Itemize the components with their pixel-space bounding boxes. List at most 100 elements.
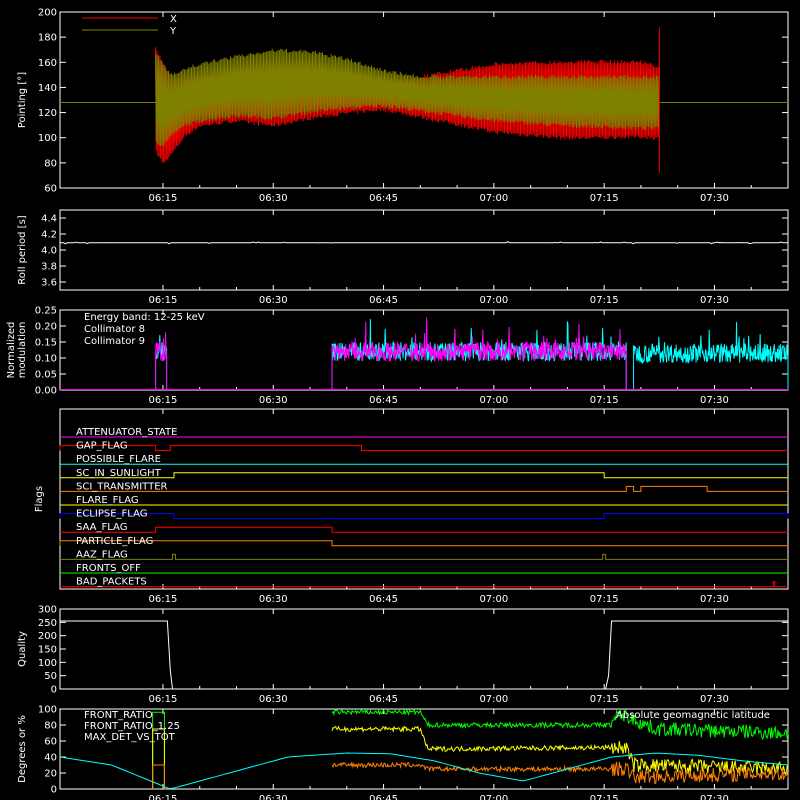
legend-collimator-9-label: Collimator 9 bbox=[84, 336, 145, 347]
y-tick-label: 300 bbox=[38, 605, 57, 616]
time-tick-label: 07:15 bbox=[590, 794, 619, 800]
time-tick-label: 06:30 bbox=[259, 295, 288, 306]
y-tick-label: 180 bbox=[38, 33, 57, 44]
y-tick-label: 4.4 bbox=[41, 214, 57, 225]
y-axis-label: Normalized bbox=[6, 322, 17, 379]
chart-figure: 06:15 06:30 06:45 07:00 07:15 07:30 60 80 100 120… bbox=[0, 0, 800, 800]
time-tick-label: 07:30 bbox=[700, 694, 729, 705]
time-tick-label: 06:15 bbox=[149, 295, 178, 306]
roll-period-line bbox=[60, 241, 788, 245]
series-max-det-vs-tot-line bbox=[331, 761, 789, 784]
y-axis-label: Roll period [s] bbox=[17, 215, 28, 284]
time-tick-label: 07:30 bbox=[700, 794, 729, 800]
time-tick-label: 06:15 bbox=[149, 395, 178, 406]
time-tick-label: 06:45 bbox=[369, 395, 398, 406]
time-tick-label: 06:30 bbox=[259, 694, 288, 705]
plot-canvas: 06:15 06:30 06:45 07:00 07:15 07:30 60 80 100 120… bbox=[6, 8, 789, 800]
y-tick-label: 40 bbox=[44, 753, 57, 764]
flag-line-bad_packets bbox=[60, 581, 788, 588]
time-tick-label: 06:30 bbox=[259, 594, 288, 605]
time-tick-label: 06:15 bbox=[149, 193, 178, 204]
flag-line-gap_flag bbox=[59, 445, 788, 452]
flag-label-particle_flag: PARTICLE_FLAG bbox=[76, 536, 153, 547]
y-tick-label: 160 bbox=[38, 58, 57, 69]
legend-y-label: Y bbox=[169, 26, 177, 37]
time-tick-label: 07:15 bbox=[590, 395, 619, 406]
flag-label-sc_in_sunlight: SC_IN_SUNLIGHT bbox=[76, 468, 162, 479]
y-tick-label: 3.8 bbox=[41, 262, 57, 273]
time-tick-label: 07:15 bbox=[590, 594, 619, 605]
time-tick-label: 06:45 bbox=[369, 193, 398, 204]
flag-label-saa_flag: SAA_FLAG bbox=[76, 522, 127, 533]
time-tick-label: 07:15 bbox=[590, 694, 619, 705]
time-tick-label: 06:15 bbox=[149, 594, 178, 605]
y-tick-label: 80 bbox=[44, 158, 57, 169]
time-tick-label: 06:45 bbox=[369, 295, 398, 306]
flag-line-saa_flag bbox=[60, 526, 788, 533]
time-tick-label: 07:00 bbox=[479, 694, 508, 705]
time-tick-label: 07:00 bbox=[479, 193, 508, 204]
y-tick-label: 0.10 bbox=[35, 354, 57, 365]
flag-label-gap_flag: GAP_FLAG bbox=[76, 441, 128, 452]
flag-label-sci_transmitter: SCI_TRANSMITTER bbox=[76, 481, 168, 492]
time-tick-label: 07:30 bbox=[700, 594, 729, 605]
geomagnetic-latitude-annotation: Absolute geomagnetic latitude bbox=[616, 710, 770, 721]
y-axis-label: Pointing [°] bbox=[17, 72, 28, 128]
flag-line-sc_in_sunlight bbox=[60, 472, 788, 479]
time-tick-label: 07:00 bbox=[479, 794, 508, 800]
time-tick-label: 06:15 bbox=[149, 794, 178, 800]
y-tick-label: 0.15 bbox=[35, 338, 57, 349]
time-tick-label: 07:30 bbox=[700, 295, 729, 306]
y-axis-label: Quality bbox=[17, 631, 28, 667]
y-tick-label: 4.0 bbox=[41, 246, 57, 257]
time-tick-label: 06:30 bbox=[259, 193, 288, 204]
y-tick-label: 50 bbox=[44, 671, 57, 682]
legend-collimator-8-label: Collimator 8 bbox=[84, 324, 145, 335]
y-tick-label: 100 bbox=[38, 705, 57, 716]
y-tick-label: 0 bbox=[51, 785, 57, 796]
time-tick-label: 07:30 bbox=[700, 395, 729, 406]
time-tick-label: 07:15 bbox=[590, 193, 619, 204]
time-tick-label: 07:00 bbox=[479, 395, 508, 406]
time-tick-label: 06:45 bbox=[369, 694, 398, 705]
time-tick-label: 07:00 bbox=[479, 594, 508, 605]
flag-line-particle_flag bbox=[59, 540, 788, 547]
panel-frame-1 bbox=[59, 209, 789, 291]
time-tick-label: 07:30 bbox=[700, 193, 729, 204]
y-tick-label: 200 bbox=[38, 8, 57, 19]
energy-band-annotation: Energy band: 12-25 keV bbox=[84, 312, 205, 323]
series-collimator-8-line bbox=[155, 319, 789, 391]
quality-line bbox=[60, 620, 788, 690]
y-tick-label: 100 bbox=[38, 133, 57, 144]
time-tick-label: 07:00 bbox=[479, 295, 508, 306]
flag-label-possible_flare: POSSIBLE_FLARE bbox=[76, 454, 161, 465]
time-tick-label: 06:15 bbox=[149, 694, 178, 705]
y-tick-label: 0.00 bbox=[35, 386, 57, 397]
y-tick-label: 60 bbox=[44, 737, 57, 748]
time-tick-label: 06:30 bbox=[259, 794, 288, 800]
flag-label-eclipse_flag: ECLIPSE_FLAG bbox=[76, 509, 147, 520]
y-tick-label: 0.20 bbox=[35, 322, 57, 333]
y-tick-label: 3.6 bbox=[41, 278, 57, 289]
time-tick-label: 07:15 bbox=[590, 295, 619, 306]
legend-front-ratio-label: FRONT_RATIO bbox=[84, 710, 153, 721]
y-tick-label: 80 bbox=[44, 721, 57, 732]
flag-line-aaz_flag bbox=[60, 553, 788, 560]
time-tick-label: 06:45 bbox=[369, 794, 398, 800]
y-axis-label: modulation bbox=[17, 322, 28, 379]
y-tick-label: 100 bbox=[38, 658, 57, 669]
y-tick-label: 140 bbox=[38, 83, 57, 94]
flag-label-bad_packets: BAD_PACKETS bbox=[76, 577, 147, 588]
y-tick-label: 4.2 bbox=[41, 230, 57, 241]
series-geomagnetic-latitude-line bbox=[59, 752, 789, 790]
flag-label-aaz_flag: AAZ_FLAG bbox=[76, 549, 128, 560]
y-tick-label: 120 bbox=[38, 108, 57, 119]
flag-label-flare_flag: FLARE_FLAG bbox=[76, 495, 139, 506]
y-tick-label: 250 bbox=[38, 618, 57, 629]
y-tick-label: 150 bbox=[38, 645, 57, 656]
legend-x-label: X bbox=[170, 14, 177, 25]
y-axis-label: Degrees or % bbox=[17, 715, 28, 783]
time-tick-label: 06:45 bbox=[369, 594, 398, 605]
legend-max-det-vs-tot-label: MAX_DET_VS_TOT bbox=[84, 732, 176, 743]
flag-label-attenuator_state: ATTENUATOR_STATE bbox=[76, 427, 177, 438]
